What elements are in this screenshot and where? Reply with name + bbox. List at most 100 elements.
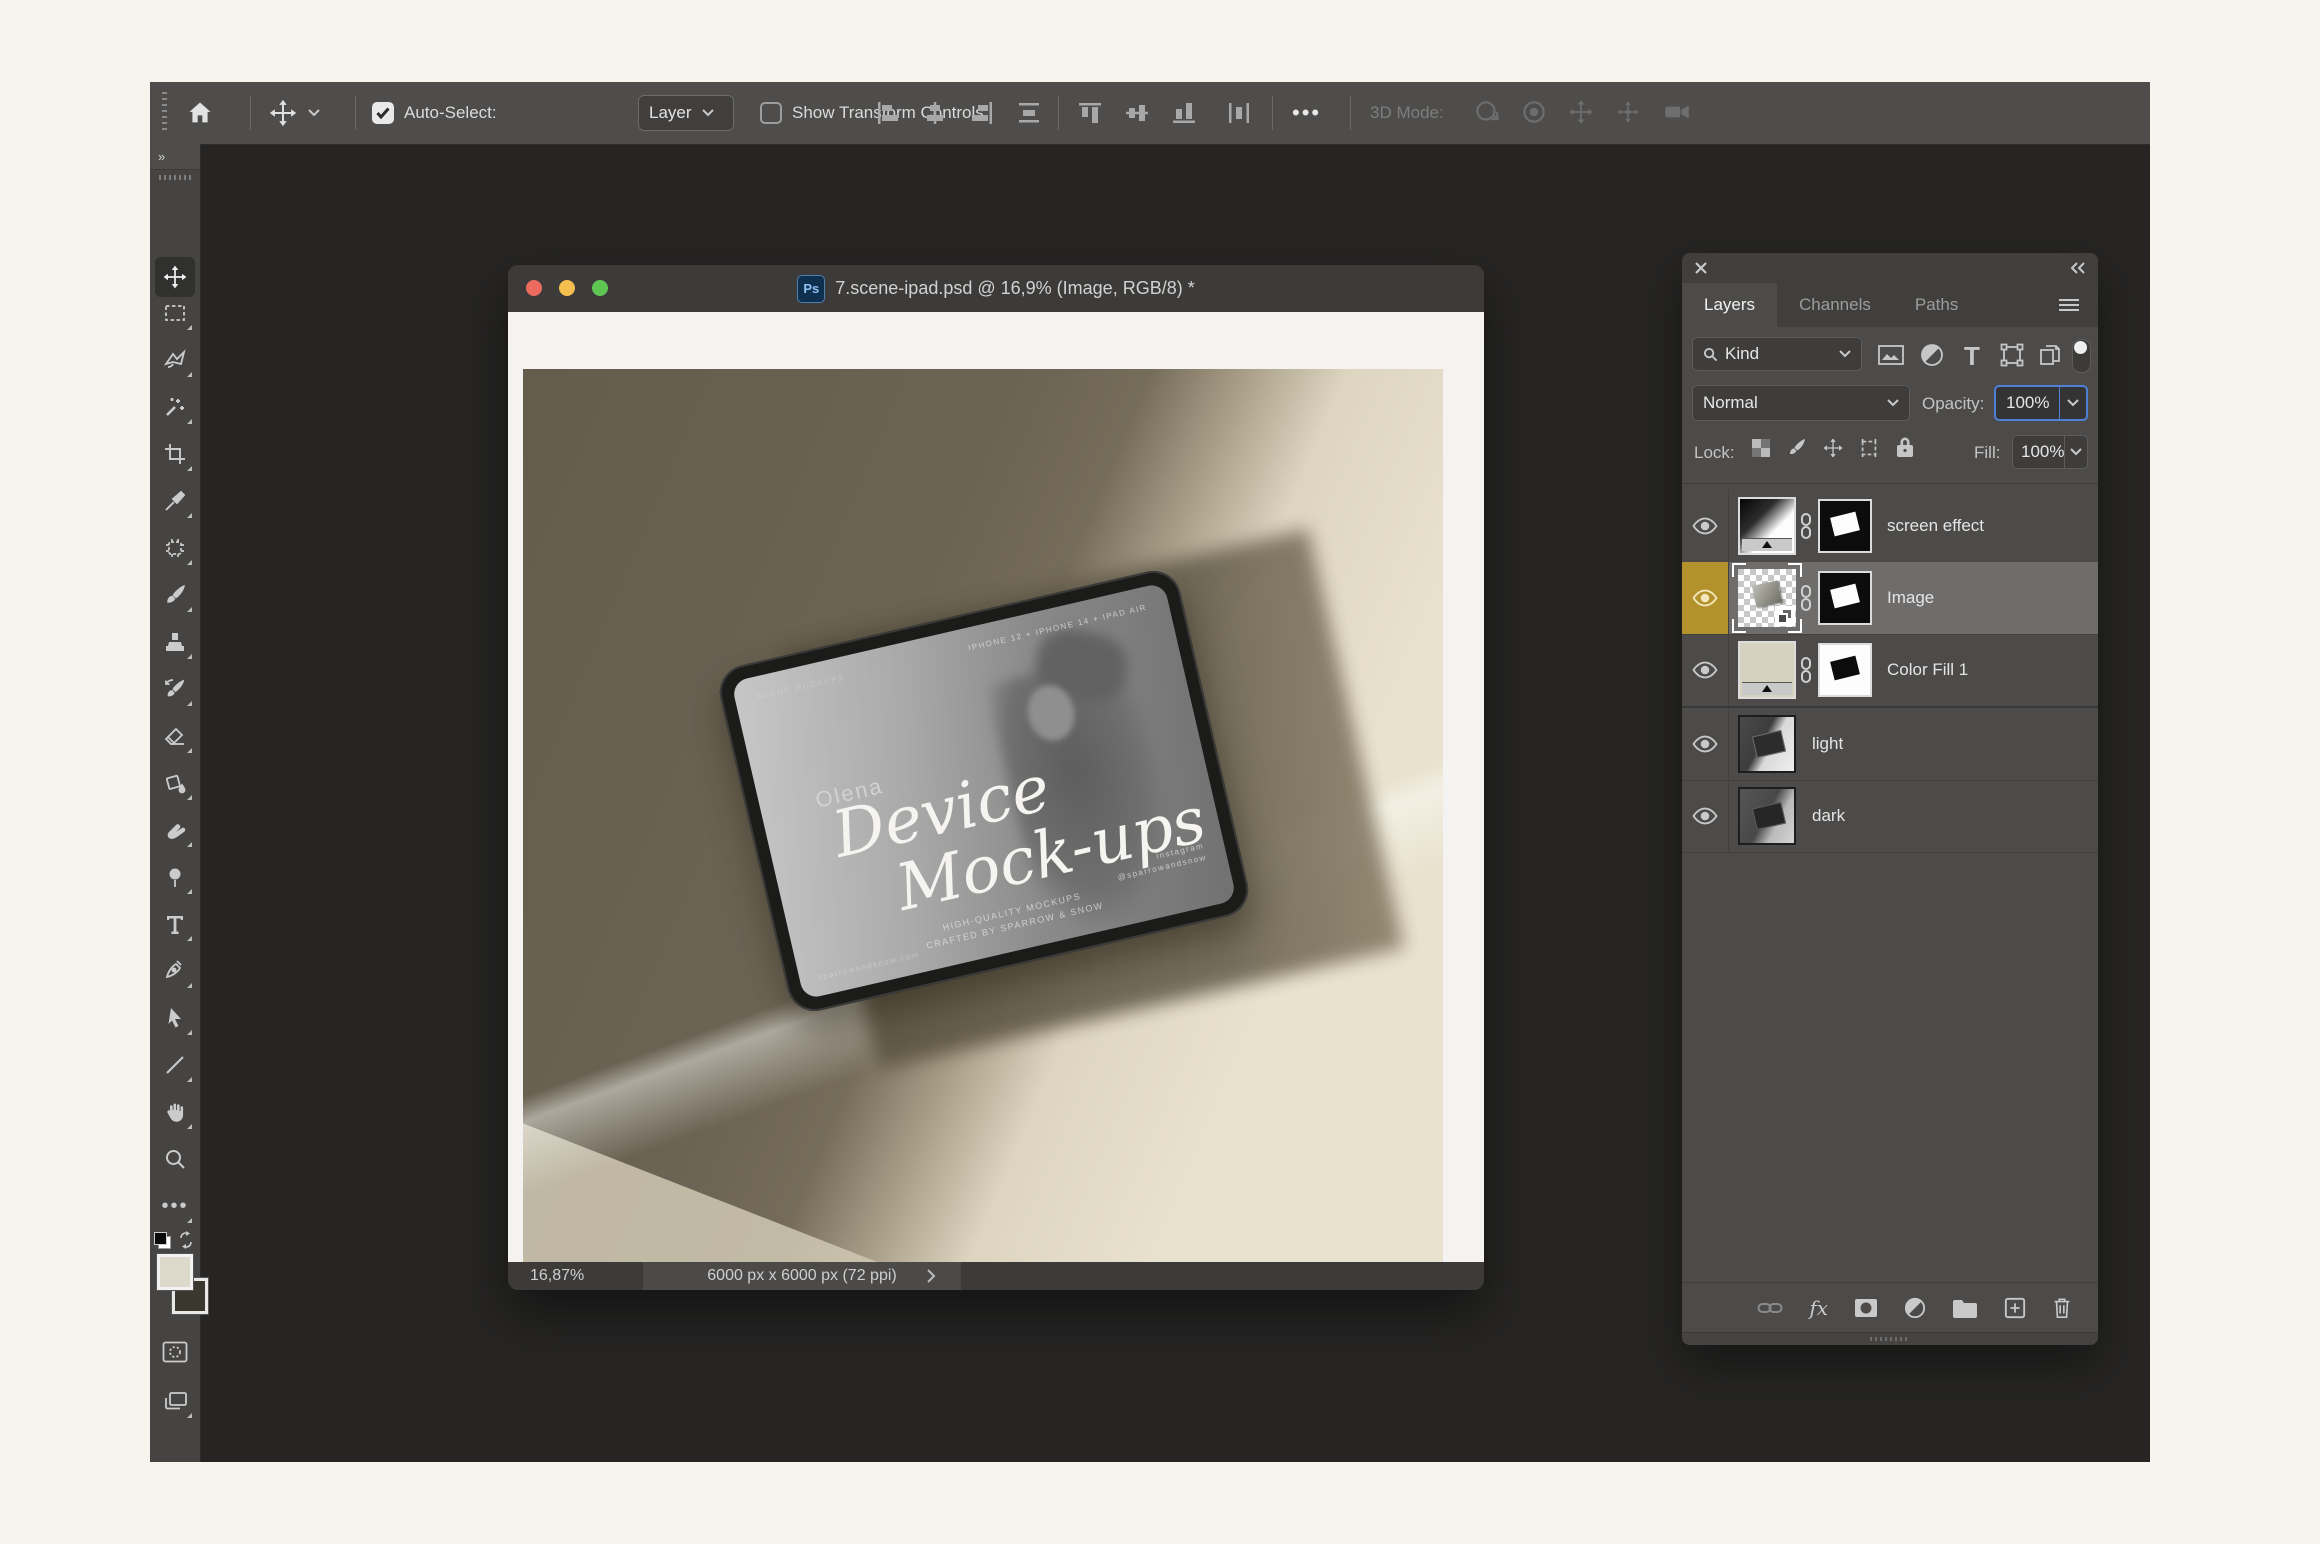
tool-paint-bucket[interactable] xyxy=(155,763,195,803)
visibility-toggle[interactable] xyxy=(1682,562,1729,634)
default-colors-foreground-icon[interactable] xyxy=(154,1232,167,1245)
layer-thumbnail-scene-dark[interactable] xyxy=(1738,787,1796,845)
blend-mode-dropdown[interactable]: Normal xyxy=(1692,385,1910,421)
tool-hand[interactable] xyxy=(155,1092,195,1132)
close-panel-icon[interactable] xyxy=(1694,261,1708,275)
tool-magic-wand[interactable] xyxy=(155,387,195,427)
layer-name[interactable]: Color Fill 1 xyxy=(1887,634,1968,706)
lock-position-icon[interactable] xyxy=(1822,437,1844,459)
layer-mask-thumbnail[interactable] xyxy=(1818,643,1872,697)
layer-name[interactable]: dark xyxy=(1812,780,1845,852)
canvas-area[interactable]: SCENE MOCKUPS IPHONE 12 + IPHONE 14 + IP… xyxy=(508,312,1484,1289)
distribute-vertical-icon[interactable] xyxy=(1225,99,1253,127)
layer-row-light[interactable]: light xyxy=(1682,708,2098,781)
show-transform-checkbox[interactable] xyxy=(760,102,782,124)
mask-link-icon[interactable] xyxy=(1799,584,1813,612)
layer-filter-kind-dropdown[interactable]: Kind xyxy=(1692,337,1862,371)
opacity-scrubber[interactable] xyxy=(2059,387,2086,419)
tool-smudge[interactable] xyxy=(155,810,195,850)
tab-channels[interactable]: Channels xyxy=(1777,283,1893,327)
quick-mask-button[interactable] xyxy=(155,1332,195,1372)
new-group-icon[interactable] xyxy=(1952,1298,1978,1318)
align-center-horizontal-icon[interactable] xyxy=(921,99,949,127)
document-info[interactable]: 6000 px x 6000 px (72 ppi) xyxy=(643,1262,961,1290)
fill-scrubber[interactable] xyxy=(2064,436,2087,468)
delete-layer-icon[interactable] xyxy=(2052,1297,2072,1319)
more-align-options-button[interactable]: ••• xyxy=(1292,82,1321,144)
toolbar-expand-button[interactable]: » xyxy=(150,144,200,170)
layer-filter-toggle[interactable] xyxy=(2072,339,2091,373)
fill-field[interactable]: 100% xyxy=(2012,435,2088,469)
toolbar-grip[interactable] xyxy=(159,175,191,180)
visibility-toggle[interactable] xyxy=(1682,634,1729,706)
options-bar-grip[interactable] xyxy=(162,92,167,134)
lock-all-icon[interactable] xyxy=(1894,435,1916,459)
lock-transparent-pixels-icon[interactable] xyxy=(1750,437,1772,459)
layer-name[interactable]: Image xyxy=(1887,562,1934,634)
lock-image-pixels-icon[interactable] xyxy=(1786,437,1808,459)
layer-row-dark[interactable]: dark xyxy=(1682,780,2098,853)
home-button[interactable] xyxy=(186,82,214,144)
auto-select-checkbox[interactable] xyxy=(372,102,394,124)
new-layer-icon[interactable] xyxy=(2004,1297,2026,1319)
layer-name[interactable]: light xyxy=(1812,708,1843,780)
distribute-horizontal-icon[interactable] xyxy=(1015,99,1043,127)
layer-row-screen-effect[interactable]: screen effect xyxy=(1682,490,2098,563)
align-middle-icon[interactable] xyxy=(1123,99,1151,127)
zoom-level-field[interactable]: 16,87% xyxy=(530,1262,584,1290)
tool-dodge[interactable] xyxy=(155,857,195,897)
tab-paths[interactable]: Paths xyxy=(1893,283,1980,327)
align-left-icon[interactable] xyxy=(874,99,902,127)
tool-path-selection[interactable] xyxy=(155,998,195,1038)
tool-healing-brush[interactable] xyxy=(155,528,195,568)
layer-thumbnail-scene-light[interactable] xyxy=(1738,715,1796,773)
tool-lasso[interactable] xyxy=(155,340,195,380)
3d-roll-icon[interactable] xyxy=(1519,97,1549,127)
align-right-icon[interactable] xyxy=(968,99,996,127)
layer-thumbnail-gradient[interactable] xyxy=(1738,497,1796,555)
swap-colors-icon[interactable] xyxy=(176,1230,196,1250)
tool-brush[interactable] xyxy=(155,575,195,615)
panel-resize-handle[interactable] xyxy=(1682,1332,2098,1345)
layer-thumbnail-color-fill[interactable] xyxy=(1738,641,1796,699)
tool-move[interactable] xyxy=(155,257,195,297)
filter-shape-layers-icon[interactable] xyxy=(2000,343,2024,367)
layer-row-color-fill[interactable]: Color Fill 1 xyxy=(1682,634,2098,707)
tool-line[interactable] xyxy=(155,1045,195,1085)
filter-smart-objects-icon[interactable] xyxy=(2038,343,2062,367)
3d-pan-icon[interactable] xyxy=(1566,97,1596,127)
tool-eraser[interactable] xyxy=(155,716,195,756)
show-transform-option[interactable]: Show Transform Controls xyxy=(760,82,984,144)
link-layers-icon[interactable] xyxy=(1757,1300,1783,1316)
visibility-toggle[interactable] xyxy=(1682,490,1729,562)
chevron-down-icon[interactable] xyxy=(308,109,320,117)
visibility-toggle[interactable] xyxy=(1682,708,1729,780)
3d-orbit-icon[interactable] xyxy=(1472,97,1502,127)
tool-eyedropper[interactable] xyxy=(155,481,195,521)
canvas-image[interactable]: SCENE MOCKUPS IPHONE 12 + IPHONE 14 + IP… xyxy=(523,369,1443,1289)
collapse-panel-icon[interactable] xyxy=(2070,262,2086,274)
align-bottom-icon[interactable] xyxy=(1170,99,1198,127)
auto-select-target-dropdown[interactable]: Layer xyxy=(638,95,734,131)
new-adjustment-layer-icon[interactable] xyxy=(1904,1297,1926,1319)
panel-menu-icon[interactable] xyxy=(2058,298,2080,314)
document-titlebar[interactable]: Ps 7.scene-ipad.psd @ 16,9% (Image, RGB/… xyxy=(508,265,1484,313)
layer-name[interactable]: screen effect xyxy=(1887,490,1984,562)
filter-pixel-layers-icon[interactable] xyxy=(1878,345,1904,365)
tool-rectangular-marquee[interactable] xyxy=(155,293,195,333)
tool-type[interactable] xyxy=(155,904,195,944)
mask-link-icon[interactable] xyxy=(1799,656,1813,684)
opacity-field[interactable]: 100% xyxy=(1994,385,2088,421)
mask-link-icon[interactable] xyxy=(1799,512,1813,540)
status-chevron-icon[interactable] xyxy=(926,1269,936,1283)
layer-mask-thumbnail[interactable] xyxy=(1818,571,1872,625)
tool-zoom[interactable] xyxy=(155,1139,195,1179)
tool-more-tools[interactable]: ••• xyxy=(155,1186,195,1226)
tool-history-brush[interactable] xyxy=(155,669,195,709)
tool-crop[interactable] xyxy=(155,434,195,474)
3d-slide-icon[interactable] xyxy=(1613,97,1643,127)
lock-artboard-icon[interactable] xyxy=(1858,437,1880,459)
visibility-toggle[interactable] xyxy=(1682,780,1729,852)
foreground-color-swatch[interactable] xyxy=(157,1254,193,1290)
layer-effects-icon[interactable]: fx xyxy=(1809,1296,1828,1320)
